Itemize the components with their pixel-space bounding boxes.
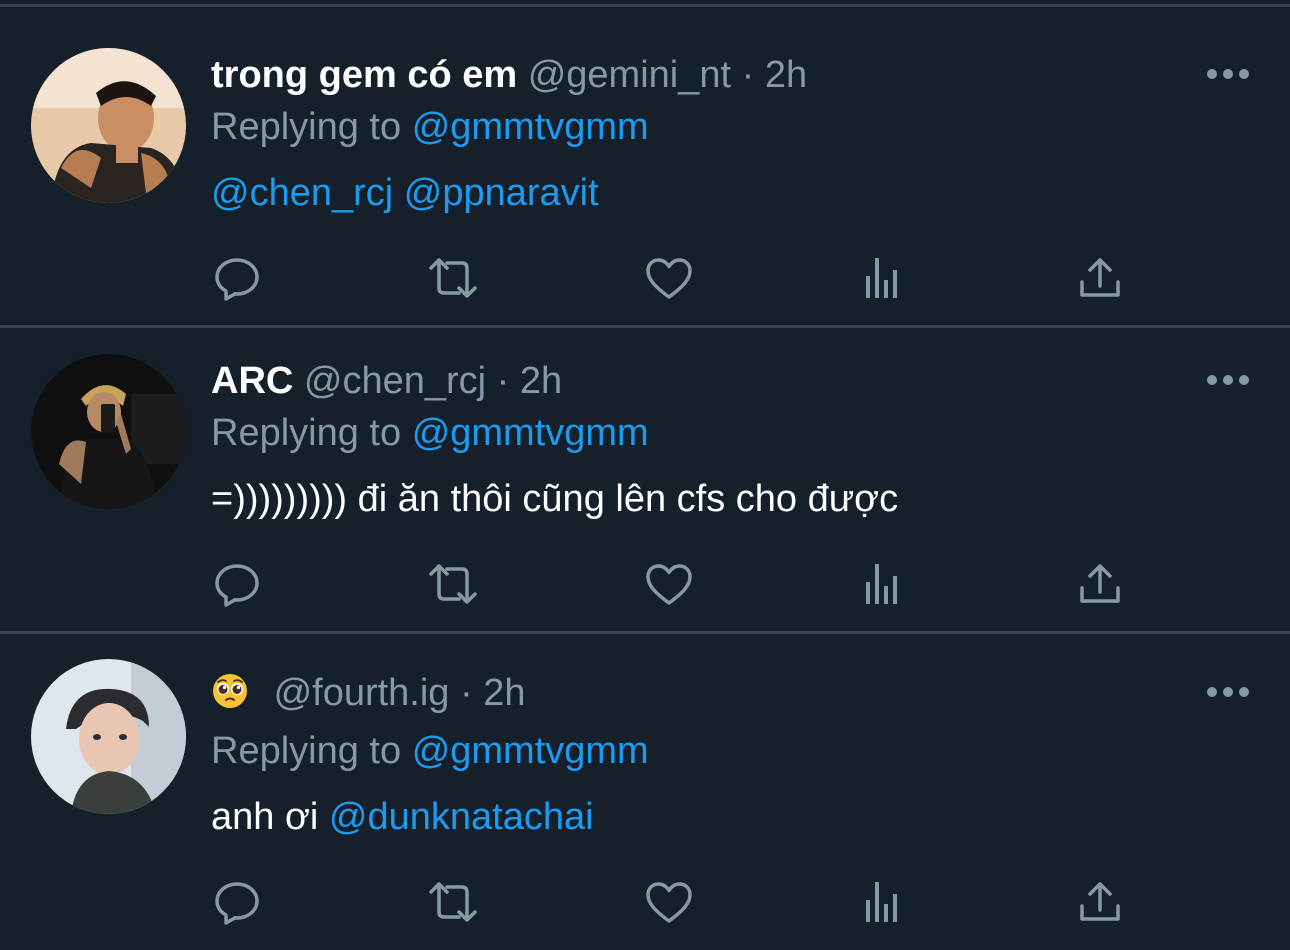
avatar[interactable] [31,659,186,814]
tweet-header: @fourth.ig · 2h [211,670,526,716]
pleading-face-emoji [211,672,249,710]
reply-icon[interactable] [207,872,267,932]
reply-feed: trong gem có em @gemini_nt · 2h Replying… [0,0,1290,950]
tweet-3[interactable]: @fourth.ig · 2h Replying to @gmmtvgmm an… [0,0,1290,950]
replying-to-mention[interactable]: @gmmtvgmm [412,730,649,772]
retweet-icon[interactable] [423,872,483,932]
tweet-text-content: anh ơi [211,796,319,838]
analytics-icon[interactable] [855,872,915,932]
tweet-text: anh ơi @dunknatachai [211,794,594,840]
share-icon[interactable] [1070,872,1130,932]
action-bar [0,872,1290,932]
like-icon[interactable] [639,872,699,932]
timestamp[interactable]: 2h [483,672,525,714]
replying-to-label: Replying to [211,730,402,772]
more-icon[interactable] [1206,686,1250,698]
mention-link[interactable]: @dunknatachai [329,796,594,838]
replying-to-line: Replying to @gmmtvgmm [211,728,649,774]
separator-dot: · [460,672,473,714]
user-handle[interactable]: @fourth.ig [274,672,450,714]
